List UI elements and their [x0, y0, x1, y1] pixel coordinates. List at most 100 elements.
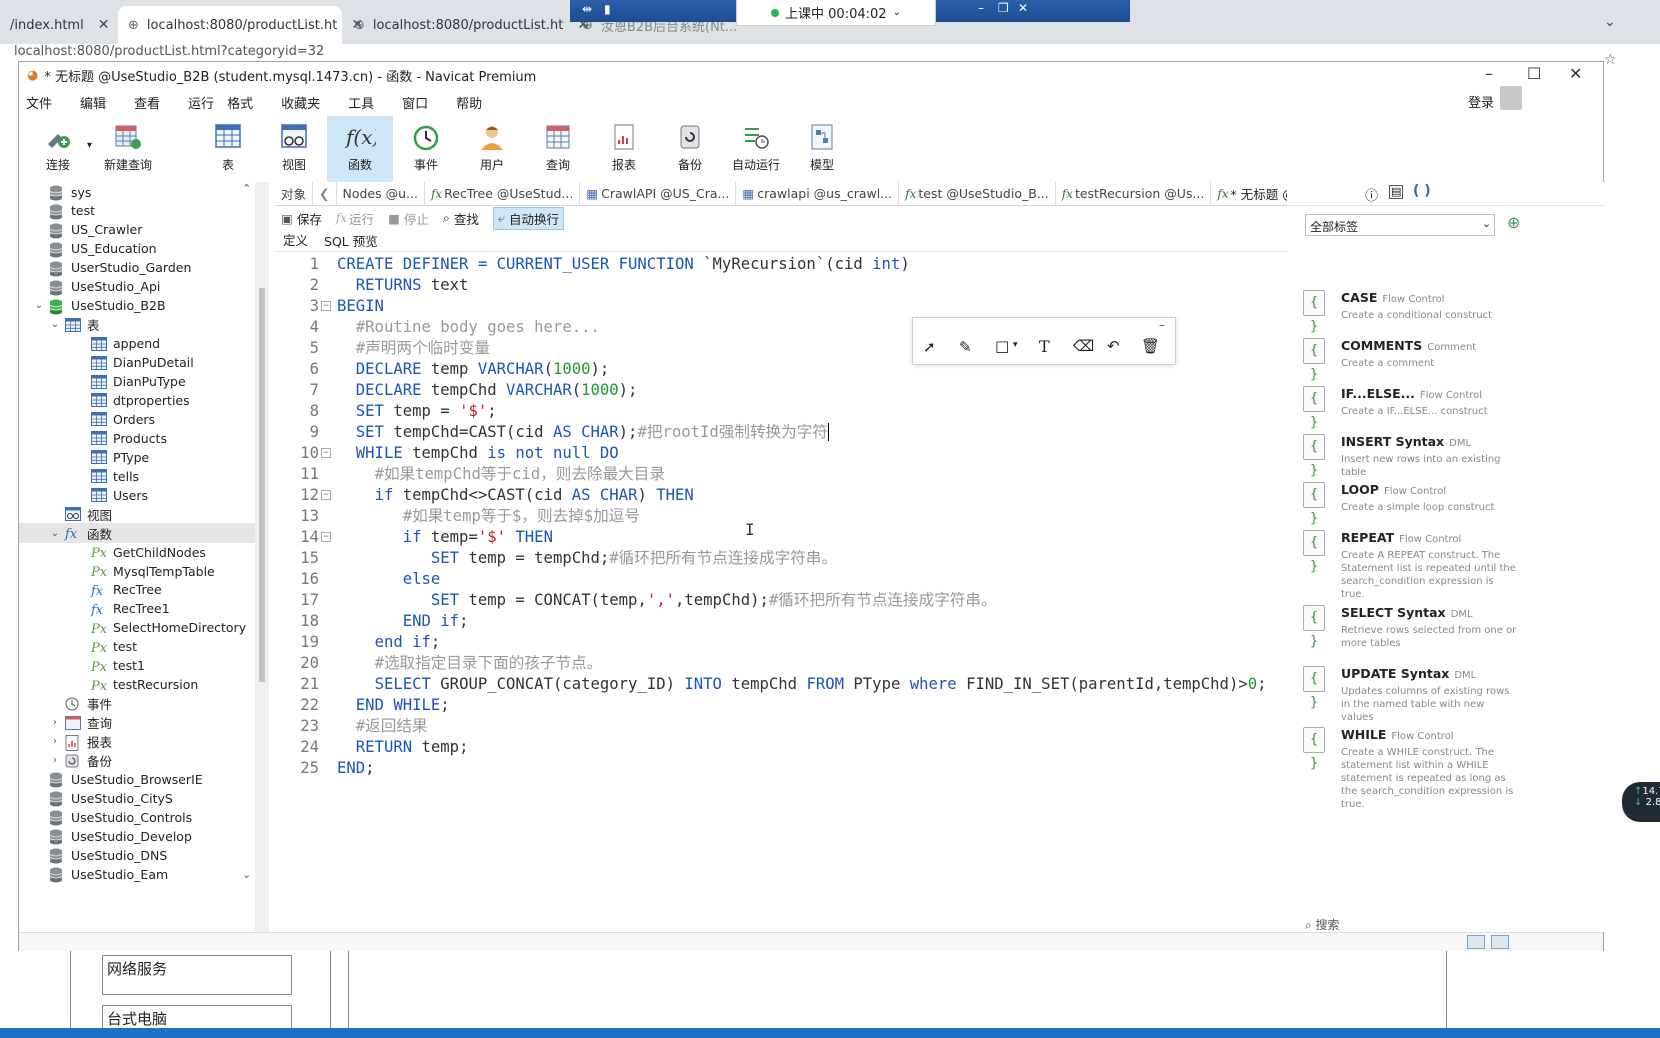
menu-file[interactable]: 文件 [26, 93, 52, 112]
close-icon[interactable]: ✕ [98, 17, 110, 33]
tree-item-testrecursion[interactable]: Px testRecursion [19, 675, 269, 695]
snippet-icon[interactable]: ( ) [1413, 183, 1431, 199]
toolbar-autorun-button[interactable]: 自动运行 [723, 116, 789, 182]
tree-item-selecthomedirectory[interactable]: Px SelectHomeDirectory [19, 618, 269, 638]
eraser-icon[interactable]: ⌫ [1073, 337, 1094, 355]
tree-item-usestudio-b2b[interactable]: ⌄ UseStudio_B2B [19, 296, 269, 316]
tree-item-报表[interactable]: › 报表 [19, 732, 269, 752]
tab-search-icon[interactable]: ⌄ [1604, 14, 1616, 30]
address-bar[interactable]: localhost:8080/productList.html?category… [0, 44, 1660, 62]
tree-item-dianpudetail[interactable]: DianPuDetail [19, 353, 269, 373]
category-box[interactable]: 网络服务 [102, 955, 292, 995]
chevron-down-icon[interactable]: ▾ [87, 140, 92, 151]
tree-item-tells[interactable]: tells [19, 466, 269, 486]
bookmark-star-icon[interactable]: ☆ [1604, 52, 1617, 68]
meeting-status[interactable]: 上课中 00:04:02 ⌄ [736, 0, 936, 26]
tree-item-test1[interactable]: Px test1 [19, 656, 269, 676]
stop-button[interactable]: ■ 停止 [388, 209, 429, 228]
minimize-icon[interactable]: – [1159, 318, 1165, 332]
tab-objects[interactable]: 对象 [275, 182, 314, 205]
tree-item-查询[interactable]: › 查询 [19, 713, 269, 733]
tree-item-usestudio-dns[interactable]: UseStudio_DNS [19, 845, 269, 865]
tree-item-usestudio-citys[interactable]: UseStudio_CityS [19, 788, 269, 808]
pin-icon[interactable]: ⇹ [582, 2, 592, 16]
expand-toggle-icon[interactable]: ⌄ [49, 319, 61, 330]
close-icon[interactable]: ✕ [1569, 64, 1582, 83]
tree-item-事件[interactable]: 事件 [19, 694, 269, 714]
minimize-icon[interactable]: – [978, 1, 984, 15]
expand-toggle-icon[interactable]: ⌄ [49, 528, 61, 539]
find-button[interactable]: ⌕ 查找 [443, 209, 479, 228]
minimize-icon[interactable]: – [1485, 64, 1493, 83]
toolbar-user-button[interactable]: 用户 [459, 116, 525, 182]
browser-tab[interactable]: ⊕ localhost:8080/productList.ht ✕ [344, 6, 589, 44]
menu-edit[interactable]: 编辑 [80, 93, 106, 112]
browser-tab-active[interactable]: ⊕ localhost:8080/productList.ht ✕ [118, 6, 363, 44]
rectangle-icon[interactable]: □ [995, 337, 1009, 355]
editor-tab[interactable]: Nodes @u... [337, 182, 425, 205]
tree-item-usestudio-controls[interactable]: UseStudio_Controls [19, 807, 269, 827]
tree-item-usestudio-api[interactable]: UseStudio_Api [19, 277, 269, 297]
tag-filter-select[interactable]: 全部标签 ⌄ [1305, 214, 1495, 236]
menu-view[interactable]: 查看 [134, 93, 160, 112]
fold-toggle[interactable]: − [321, 532, 331, 542]
scroll-up-icon[interactable]: ⌃ [242, 182, 251, 195]
pen-icon[interactable]: ✎ [959, 338, 972, 356]
tree-item-ptype[interactable]: PType [19, 447, 269, 467]
text-tool-icon[interactable]: T [1039, 337, 1050, 356]
info-icon[interactable]: ⓘ [1365, 185, 1378, 204]
trash-icon[interactable]: 🗑 [1141, 337, 1160, 355]
tree-item-orders[interactable]: Orders [19, 409, 269, 429]
tree-item-us-education[interactable]: US_Education [19, 239, 269, 259]
tree-item-usestudio-develop[interactable]: UseStudio_Develop [19, 826, 269, 846]
tab-sql-preview[interactable]: SQL 预览 [324, 231, 378, 250]
ddl-icon[interactable]: ▤ [1389, 185, 1404, 199]
snippet-search[interactable]: ⌕ 搜索 [1305, 916, 1340, 933]
pointer-icon[interactable]: ➚ [923, 338, 936, 356]
toolbar-new-query-button[interactable]: 新建查询 [95, 116, 161, 182]
chevron-down-icon[interactable]: ⌄ [893, 7, 901, 18]
tree-item-products[interactable]: Products [19, 428, 269, 448]
scroll-down-icon[interactable]: ⌄ [242, 868, 251, 881]
save-button[interactable]: ▣ 保存 [281, 209, 322, 228]
tree-item-函数[interactable]: ⌄ fx 函数 [19, 523, 269, 544]
word-wrap-toggle[interactable]: ⤶ 自动换行 [492, 206, 564, 230]
editor-tab[interactable]: fx testRecursion @Us... [1056, 182, 1212, 205]
maximize-icon[interactable]: ☐ [1527, 64, 1541, 83]
layout-right-icon[interactable] [1491, 935, 1509, 949]
tree-item-userstudio-garden[interactable]: UserStudio_Garden [19, 258, 269, 278]
tree-item-test[interactable]: Px test [19, 637, 269, 657]
expand-toggle-icon[interactable]: › [49, 736, 61, 747]
toolbar-event-button[interactable]: 事件 [393, 116, 459, 182]
editor-tab[interactable]: fx RecTree @UseStud... [425, 182, 581, 205]
expand-toggle-icon[interactable]: › [49, 755, 61, 766]
editor-tab[interactable]: ▦ CrawlAPI @US_Cra... [580, 182, 737, 205]
tree-item-users[interactable]: Users [19, 485, 269, 505]
tree-item-表[interactable]: ⌄ 表 [19, 315, 269, 335]
toolbar-table-button[interactable]: 表 [195, 116, 261, 182]
tree-item-备份[interactable]: › 备份 [19, 751, 269, 771]
fold-toggle[interactable]: − [321, 301, 331, 311]
login-link[interactable]: 登录 [1468, 92, 1494, 111]
tree-item-sys[interactable]: sys [19, 182, 269, 202]
tab-scroll-left-icon[interactable]: ❮ [313, 182, 337, 205]
toolbar-view-button[interactable]: 视图 [261, 116, 327, 182]
expand-toggle-icon[interactable]: ⌄ [33, 300, 45, 311]
tree-item-mysqltemptable[interactable]: Px MysqlTempTable [19, 561, 269, 581]
toolbar-function-button[interactable]: f(x) 函数 [327, 116, 393, 182]
toolbar-backup-button[interactable]: 备份 [657, 116, 723, 182]
tree-item-视图[interactable]: 视图 [19, 504, 269, 524]
menu-run[interactable]: 运行 [188, 93, 214, 112]
toolbar-query-button[interactable]: 查询 [525, 116, 591, 182]
add-snippet-icon[interactable]: ⊕ [1507, 213, 1520, 232]
browser-tab[interactable]: /index.html ✕ [0, 6, 118, 44]
tree-scrollbar-thumb[interactable] [259, 288, 265, 682]
menu-window[interactable]: 窗口 [402, 93, 428, 112]
chevron-down-icon[interactable]: ▾ [1013, 340, 1018, 350]
toolbar-connect-button[interactable]: 连接 [25, 116, 91, 182]
layout-left-icon[interactable] [1467, 935, 1485, 949]
tree-item-dianputype[interactable]: DianPuType [19, 372, 269, 392]
tree-item-getchildnodes[interactable]: Px GetChildNodes [19, 542, 269, 562]
undo-icon[interactable]: ↶ [1107, 337, 1120, 355]
expand-toggle-icon[interactable]: › [49, 717, 61, 728]
